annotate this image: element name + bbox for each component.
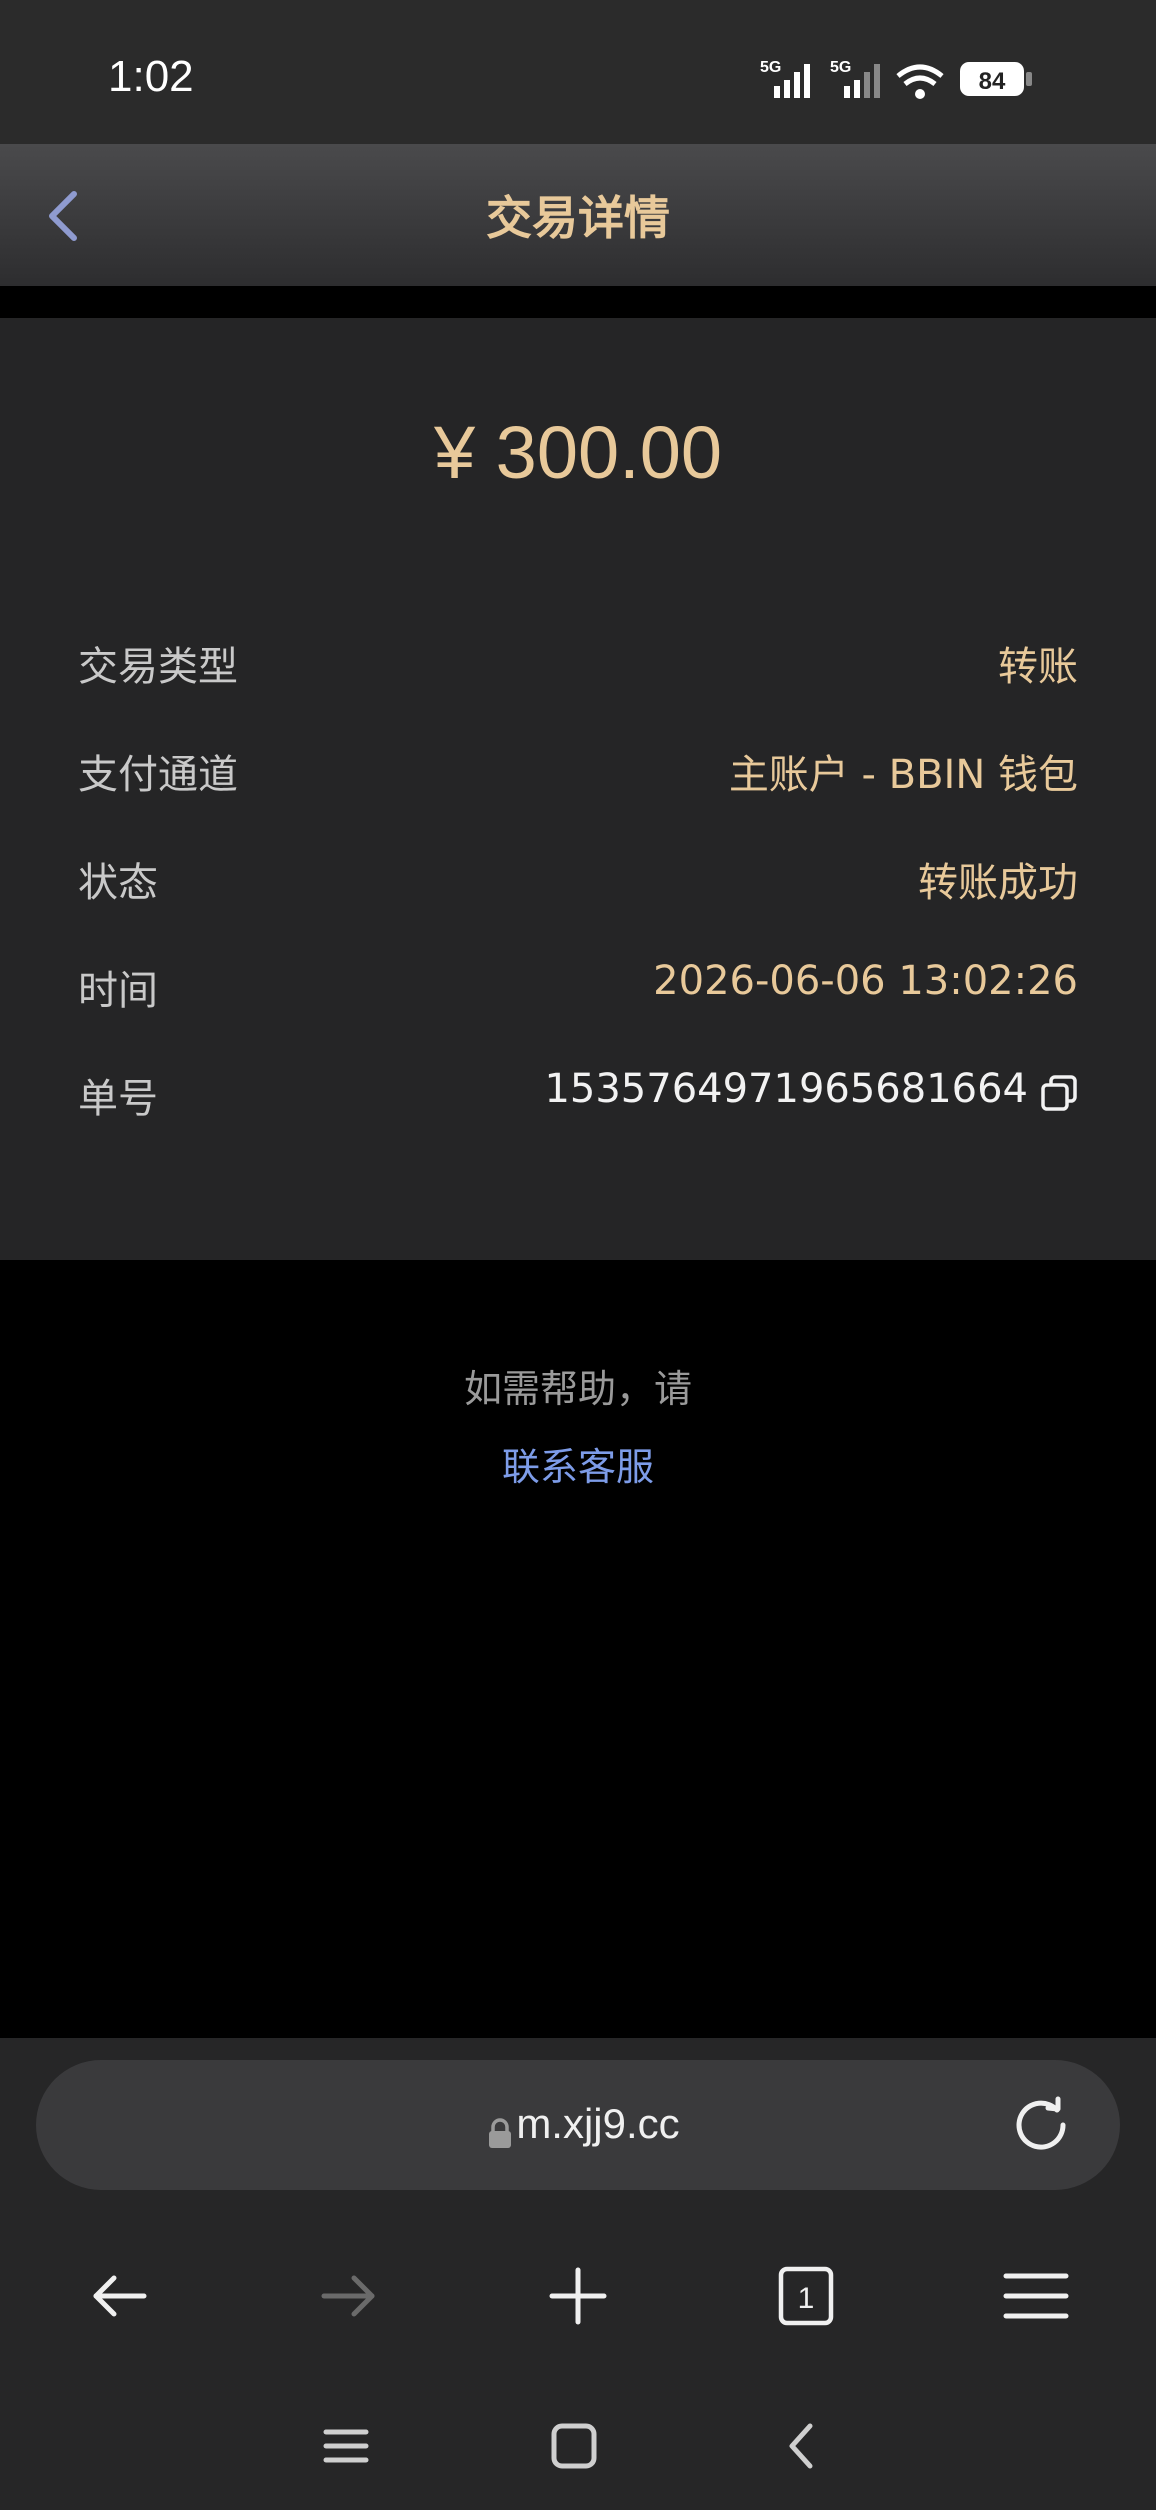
status-bar: 1:02 5G 5G 84 <box>0 0 1156 144</box>
page-title: 交易详情 <box>486 191 670 245</box>
battery-level: 84 <box>979 68 1006 95</box>
row-status: 状态 转账成功 <box>78 850 1078 910</box>
help-text: 如需帮助，请 <box>463 1367 692 1411</box>
signal-icon-2: 5G <box>830 59 880 98</box>
row-label: 交易类型 <box>78 644 238 690</box>
page-header: 交易详情 <box>0 144 1156 286</box>
contact-support-link[interactable]: 联系客服 <box>0 1436 1156 1491</box>
row-value: 主账户 - BBIN 钱包 <box>728 752 1078 798</box>
transaction-card: ¥ 300.00 交易类型 转账 支付通道 主账户 - BBIN 钱包 状态 转… <box>0 318 1156 1260</box>
reload-icon[interactable] <box>1012 2096 1070 2154</box>
system-back-button[interactable] <box>772 2416 832 2476</box>
browser-back-button[interactable] <box>80 2256 160 2336</box>
order-number-value: 1535764971965681664 <box>544 1066 1028 1112</box>
home-icon <box>551 2423 597 2469</box>
browser-menu-button[interactable] <box>996 2256 1076 2336</box>
row-value: 2026-06-06 13:02:26 <box>653 958 1078 1004</box>
menu-icon <box>1003 2273 1069 2319</box>
arrow-left-icon <box>93 2275 147 2317</box>
row-time: 时间 2026-06-06 13:02:26 <box>78 958 1078 1018</box>
new-tab-button[interactable] <box>538 2256 618 2336</box>
row-label: 支付通道 <box>78 752 238 798</box>
tabs-button[interactable]: 1 <box>766 2256 846 2336</box>
tabs-icon: 1 <box>778 2266 834 2326</box>
system-recents-button[interactable] <box>316 2416 376 2476</box>
browser-forward-button[interactable] <box>308 2256 388 2336</box>
status-value: 转账成功 <box>918 860 1078 906</box>
address-bar[interactable]: m.xjj9.cc <box>36 2060 1120 2190</box>
plus-icon <box>549 2267 607 2325</box>
signal-2-label: 5G <box>830 59 851 76</box>
row-label: 时间 <box>78 968 158 1014</box>
system-home-button[interactable] <box>544 2416 604 2476</box>
wifi-icon <box>896 64 944 99</box>
battery-icon: 84 <box>960 62 1032 96</box>
row-label: 状态 <box>78 860 158 906</box>
status-time: 1:02 <box>108 52 194 101</box>
row-label: 单号 <box>78 1076 158 1122</box>
transaction-amount: ¥ 300.00 <box>433 411 723 494</box>
url-value: m.xjj9.cc <box>516 2100 680 2147</box>
tab-count: 1 <box>798 2282 815 2315</box>
row-transaction-type: 交易类型 转账 <box>78 634 1078 694</box>
recents-icon <box>323 2429 369 2463</box>
signal-icon: 5G <box>760 59 810 98</box>
arrow-right-icon <box>321 2275 375 2317</box>
browser-toolbar: m.xjj9.cc 1 <box>0 2038 1156 2510</box>
row-order-number: 单号 1535764971965681664 <box>78 1066 1078 1126</box>
signal-1-label: 5G <box>760 59 781 76</box>
status-icons: 5G 5G 84 <box>760 59 1032 99</box>
row-payment-channel: 支付通道 主账户 - BBIN 钱包 <box>78 742 1078 802</box>
row-value: 转账 <box>998 644 1078 690</box>
back-chevron-icon <box>789 2423 813 2469</box>
copy-icon[interactable] <box>1040 1074 1078 1112</box>
url-text: m.xjj9.cc <box>36 2100 1120 2148</box>
